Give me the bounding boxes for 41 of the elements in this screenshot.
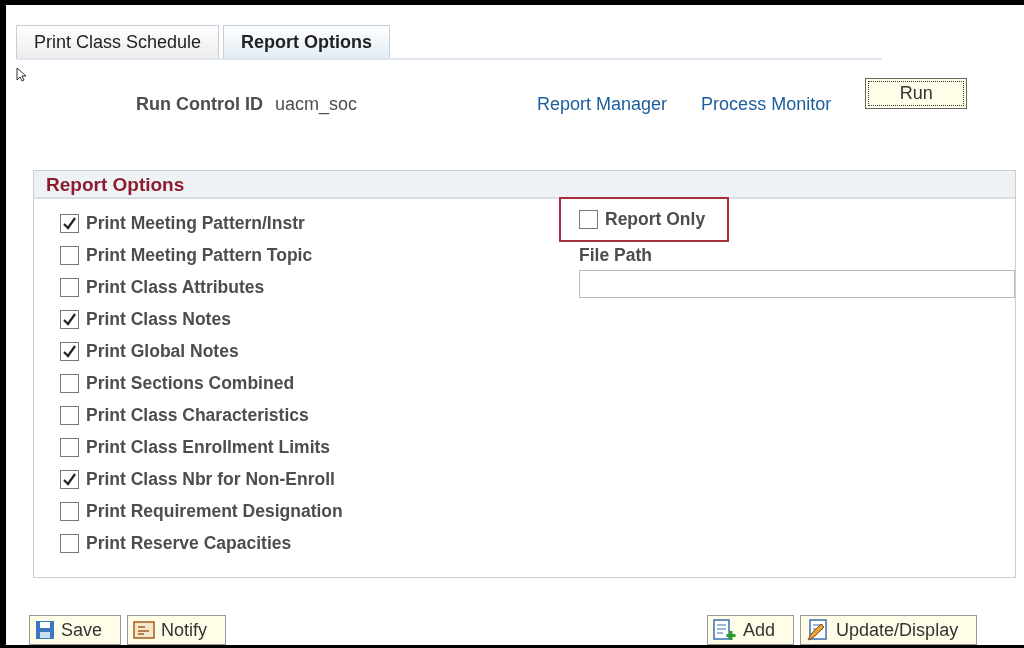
toolbar-button[interactable]: Save: [29, 615, 122, 645]
checkbox[interactable]: [60, 405, 79, 425]
option-label: Print Sections Combined: [86, 372, 295, 394]
file-path-field[interactable]: [579, 270, 1015, 298]
document-add-icon: [713, 619, 738, 641]
option-label: Print Global Notes: [86, 340, 239, 362]
toolbar-button[interactable]: Notify: [127, 615, 227, 645]
checkbox[interactable]: [60, 245, 79, 265]
option-label: Print Meeting Pattern/Instr: [86, 212, 305, 234]
checkbox[interactable]: [60, 501, 79, 521]
checkbox[interactable]: [60, 533, 79, 553]
link[interactable]: Report Manager: [537, 93, 668, 115]
toolbar-button[interactable]: Add: [707, 615, 795, 645]
section-title: Report Options: [46, 174, 185, 195]
option-label: Report Only: [605, 209, 706, 230]
file-path-label: File Path: [579, 245, 653, 266]
notepad-icon: [133, 620, 156, 640]
option-label: Print Meeting Pattern Topic: [86, 244, 313, 266]
run-button[interactable]: Run: [865, 78, 968, 109]
option-label: Print Class Characteristics: [86, 404, 309, 426]
tab[interactable]: Print Class Schedule: [16, 25, 220, 58]
checkbox[interactable]: [60, 437, 79, 457]
checkbox[interactable]: [60, 341, 79, 361]
toolbar-button[interactable]: Update/Display: [800, 615, 978, 645]
checkbox[interactable]: [60, 213, 79, 233]
tab[interactable]: Report Options: [223, 25, 391, 58]
checkbox[interactable]: [60, 309, 79, 329]
option-label: Print Reserve Capacities: [86, 532, 292, 554]
checkbox[interactable]: [60, 277, 79, 297]
link[interactable]: Process Monitor: [701, 93, 832, 115]
option-label: Print Class Enrollment Limits: [86, 436, 331, 458]
checkbox[interactable]: [579, 210, 598, 229]
checkbox[interactable]: [60, 469, 79, 489]
checkbox[interactable]: [60, 373, 79, 393]
run-control-label: Run Control ID: [136, 93, 263, 115]
run-control-value: uacm_soc: [275, 93, 358, 115]
option-label: Print Class Nbr for Non-Enroll: [86, 468, 335, 490]
option-label: Print Requirement Designation: [86, 500, 343, 522]
option-label: Print Class Attributes: [86, 276, 265, 298]
option-label: Print Class Notes: [86, 308, 231, 330]
mouse-pointer-icon: [16, 67, 26, 82]
